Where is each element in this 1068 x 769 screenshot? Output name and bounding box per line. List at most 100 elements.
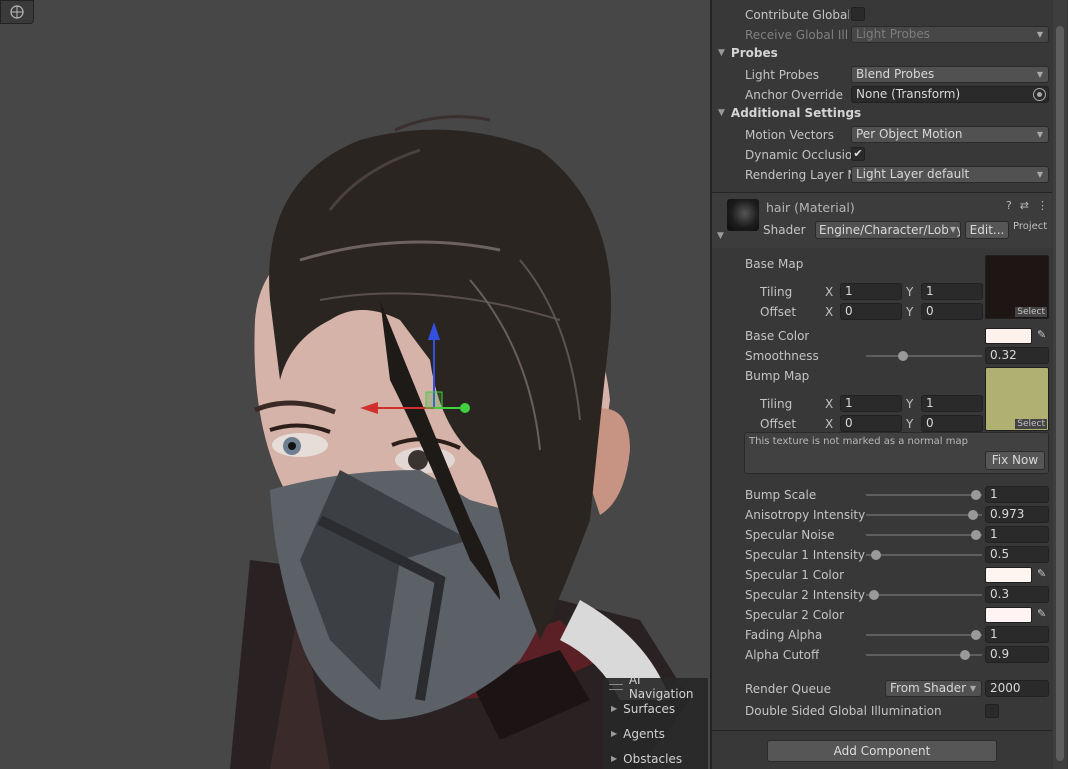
eyedropper-icon[interactable]: ✎ (1037, 567, 1049, 581)
slider-handle[interactable] (869, 590, 880, 600)
material-slider-label: Specular 1 Intensity (745, 548, 865, 562)
probes-section-header[interactable]: ▼ Probes (718, 46, 778, 60)
rendering-layer-row: Rendering Layer Mask Light Layer default… (712, 165, 1052, 185)
fading-alpha-slider[interactable] (866, 630, 982, 640)
section-divider (712, 730, 1052, 731)
dynamic-occlusion-checkbox[interactable]: ✔ (851, 147, 865, 161)
expand-arrow-icon[interactable]: ▶ (611, 754, 617, 763)
bump-offset-y-field[interactable]: 0 (921, 415, 983, 432)
scene-view[interactable]: AI Navigation ▶ Surfaces ▶ Agents ▶ Obst… (0, 0, 710, 769)
eyedropper-icon[interactable]: ✎ (1037, 328, 1049, 342)
material-slider[interactable] (866, 510, 982, 520)
slider-handle[interactable] (971, 630, 982, 640)
bump-map-texture-slot[interactable]: Select (985, 367, 1049, 431)
texture-select-button[interactable]: Select (1015, 307, 1047, 317)
slider-handle[interactable] (971, 530, 982, 540)
ai-nav-item-label: Surfaces (623, 701, 676, 716)
base-offset-y-field[interactable]: 0 (921, 303, 983, 320)
expand-arrow-icon[interactable]: ▶ (611, 704, 617, 713)
shader-dropdown[interactable]: Engine/Character/Lobby/Hair ▼ (815, 221, 961, 239)
drag-handle-icon[interactable] (609, 684, 623, 690)
scrollbar-thumb[interactable] (1056, 26, 1064, 761)
base-tiling-y-field[interactable]: 1 (921, 283, 983, 300)
foldout-arrow-icon[interactable]: ▼ (718, 48, 725, 58)
slider-handle[interactable] (971, 490, 982, 500)
scene-gizmo-button[interactable] (0, 0, 34, 24)
material-slider[interactable] (866, 530, 982, 540)
slider-handle[interactable] (871, 550, 882, 560)
inspector-scrollbar[interactable] (1053, 0, 1067, 769)
alpha-cutoff-field[interactable]: 0.9 (985, 646, 1049, 663)
axis-x-label: X (825, 397, 834, 411)
texture-select-button[interactable]: Select (1015, 419, 1047, 429)
rendering-layer-label: Rendering Layer Mask (745, 168, 851, 182)
material-slider-field[interactable]: 0.973 (985, 506, 1049, 523)
motion-vectors-dropdown[interactable]: Per Object Motion ▼ (851, 126, 1049, 143)
project-label[interactable]: Project (1013, 221, 1047, 232)
dropdown-arrow-icon: ▼ (969, 684, 976, 693)
help-icon[interactable]: ? (1006, 199, 1012, 212)
foldout-arrow-icon[interactable]: ▼ (718, 108, 725, 118)
double-sided-gi-checkbox[interactable] (985, 704, 999, 718)
fix-now-button[interactable]: Fix Now (985, 451, 1045, 470)
add-component-button[interactable]: Add Component (767, 740, 997, 762)
double-sided-gi-label: Double Sided Global Illumination (745, 704, 942, 718)
smoothness-field[interactable]: 0.32 (985, 347, 1049, 364)
ai-navigation-header[interactable]: AI Navigation (603, 673, 708, 701)
base-color-swatch[interactable] (985, 328, 1032, 344)
material-slider-field[interactable]: 0.5 (985, 546, 1049, 563)
specular2-color-swatch[interactable] (985, 607, 1032, 623)
motion-vectors-row: Motion Vectors Per Object Motion ▼ (712, 125, 1052, 145)
material-slider[interactable] (866, 550, 982, 560)
fading-alpha-field[interactable]: 1 (985, 626, 1049, 643)
specular2-intensity-slider[interactable] (866, 590, 982, 600)
object-picker-icon[interactable] (1033, 88, 1046, 101)
base-map-texture-slot[interactable]: Select (985, 255, 1049, 319)
light-probes-dropdown[interactable]: Blend Probes ▼ (851, 66, 1049, 83)
specular2-intensity-field[interactable]: 0.3 (985, 586, 1049, 603)
render-queue-label: Render Queue (745, 682, 831, 696)
anchor-override-label: Anchor Override (745, 88, 844, 102)
slider-handle[interactable] (959, 650, 970, 660)
eyedropper-icon[interactable]: ✎ (1037, 607, 1049, 621)
specular2-intensity-label: Specular 2 Intensity (745, 588, 865, 602)
ai-nav-item-obstacles[interactable]: ▶ Obstacles (603, 746, 708, 769)
anchor-override-field[interactable]: None (Transform) (851, 86, 1049, 103)
receive-gi-dropdown[interactable]: Light Probes ▼ (851, 26, 1049, 43)
slider-handle[interactable] (898, 351, 909, 361)
bump-tiling-y-field[interactable]: 1 (921, 395, 983, 412)
slider-handle[interactable] (967, 510, 978, 520)
bump-map-label: Bump Map (745, 369, 810, 383)
contribute-gi-label: Contribute Global Illumination (745, 8, 849, 22)
gizmo-icon (10, 5, 24, 19)
smoothness-slider[interactable] (866, 351, 982, 361)
foldout-arrow-icon[interactable]: ▼ (717, 231, 724, 241)
material-slider-field[interactable]: 1 (985, 526, 1049, 543)
ai-nav-item-agents[interactable]: ▶ Agents (603, 721, 708, 746)
render-queue-field[interactable]: 2000 (985, 680, 1049, 697)
render-queue-mode-dropdown[interactable]: From Shader ▼ (885, 680, 982, 697)
rendering-layer-dropdown[interactable]: Light Layer default ▼ (851, 166, 1049, 183)
bump-tiling-x-field[interactable]: 1 (840, 395, 902, 412)
presets-icon[interactable]: ⇄ (1020, 199, 1029, 212)
bump-offset-label: Offset (760, 417, 797, 431)
dropdown-arrow-icon: ▼ (1036, 130, 1043, 139)
ai-nav-item-label: Obstacles (623, 751, 683, 766)
edit-shader-button[interactable]: Edit... (965, 221, 1009, 239)
receive-gi-row: Receive Global Illumination Light Probes… (712, 25, 1052, 45)
bump-tiling-label: Tiling (760, 397, 793, 411)
base-tiling-x-field[interactable]: 1 (840, 283, 902, 300)
additional-settings-header[interactable]: ▼ Additional Settings (718, 106, 861, 120)
material-slider-field[interactable]: 1 (985, 486, 1049, 503)
contribute-gi-checkbox[interactable] (851, 7, 865, 21)
motion-vectors-label: Motion Vectors (745, 128, 834, 142)
expand-arrow-icon[interactable]: ▶ (611, 729, 617, 738)
specular1-color-swatch[interactable] (985, 567, 1032, 583)
material-header: hair (Material) Shader Engine/Character/… (712, 192, 1052, 248)
material-slider[interactable] (866, 490, 982, 500)
base-offset-x-field[interactable]: 0 (840, 303, 902, 320)
base-color-label: Base Color (745, 329, 810, 343)
bump-offset-x-field[interactable]: 0 (840, 415, 902, 432)
alpha-cutoff-slider[interactable] (866, 650, 982, 660)
context-menu-icon[interactable]: ⋮ (1037, 199, 1048, 212)
